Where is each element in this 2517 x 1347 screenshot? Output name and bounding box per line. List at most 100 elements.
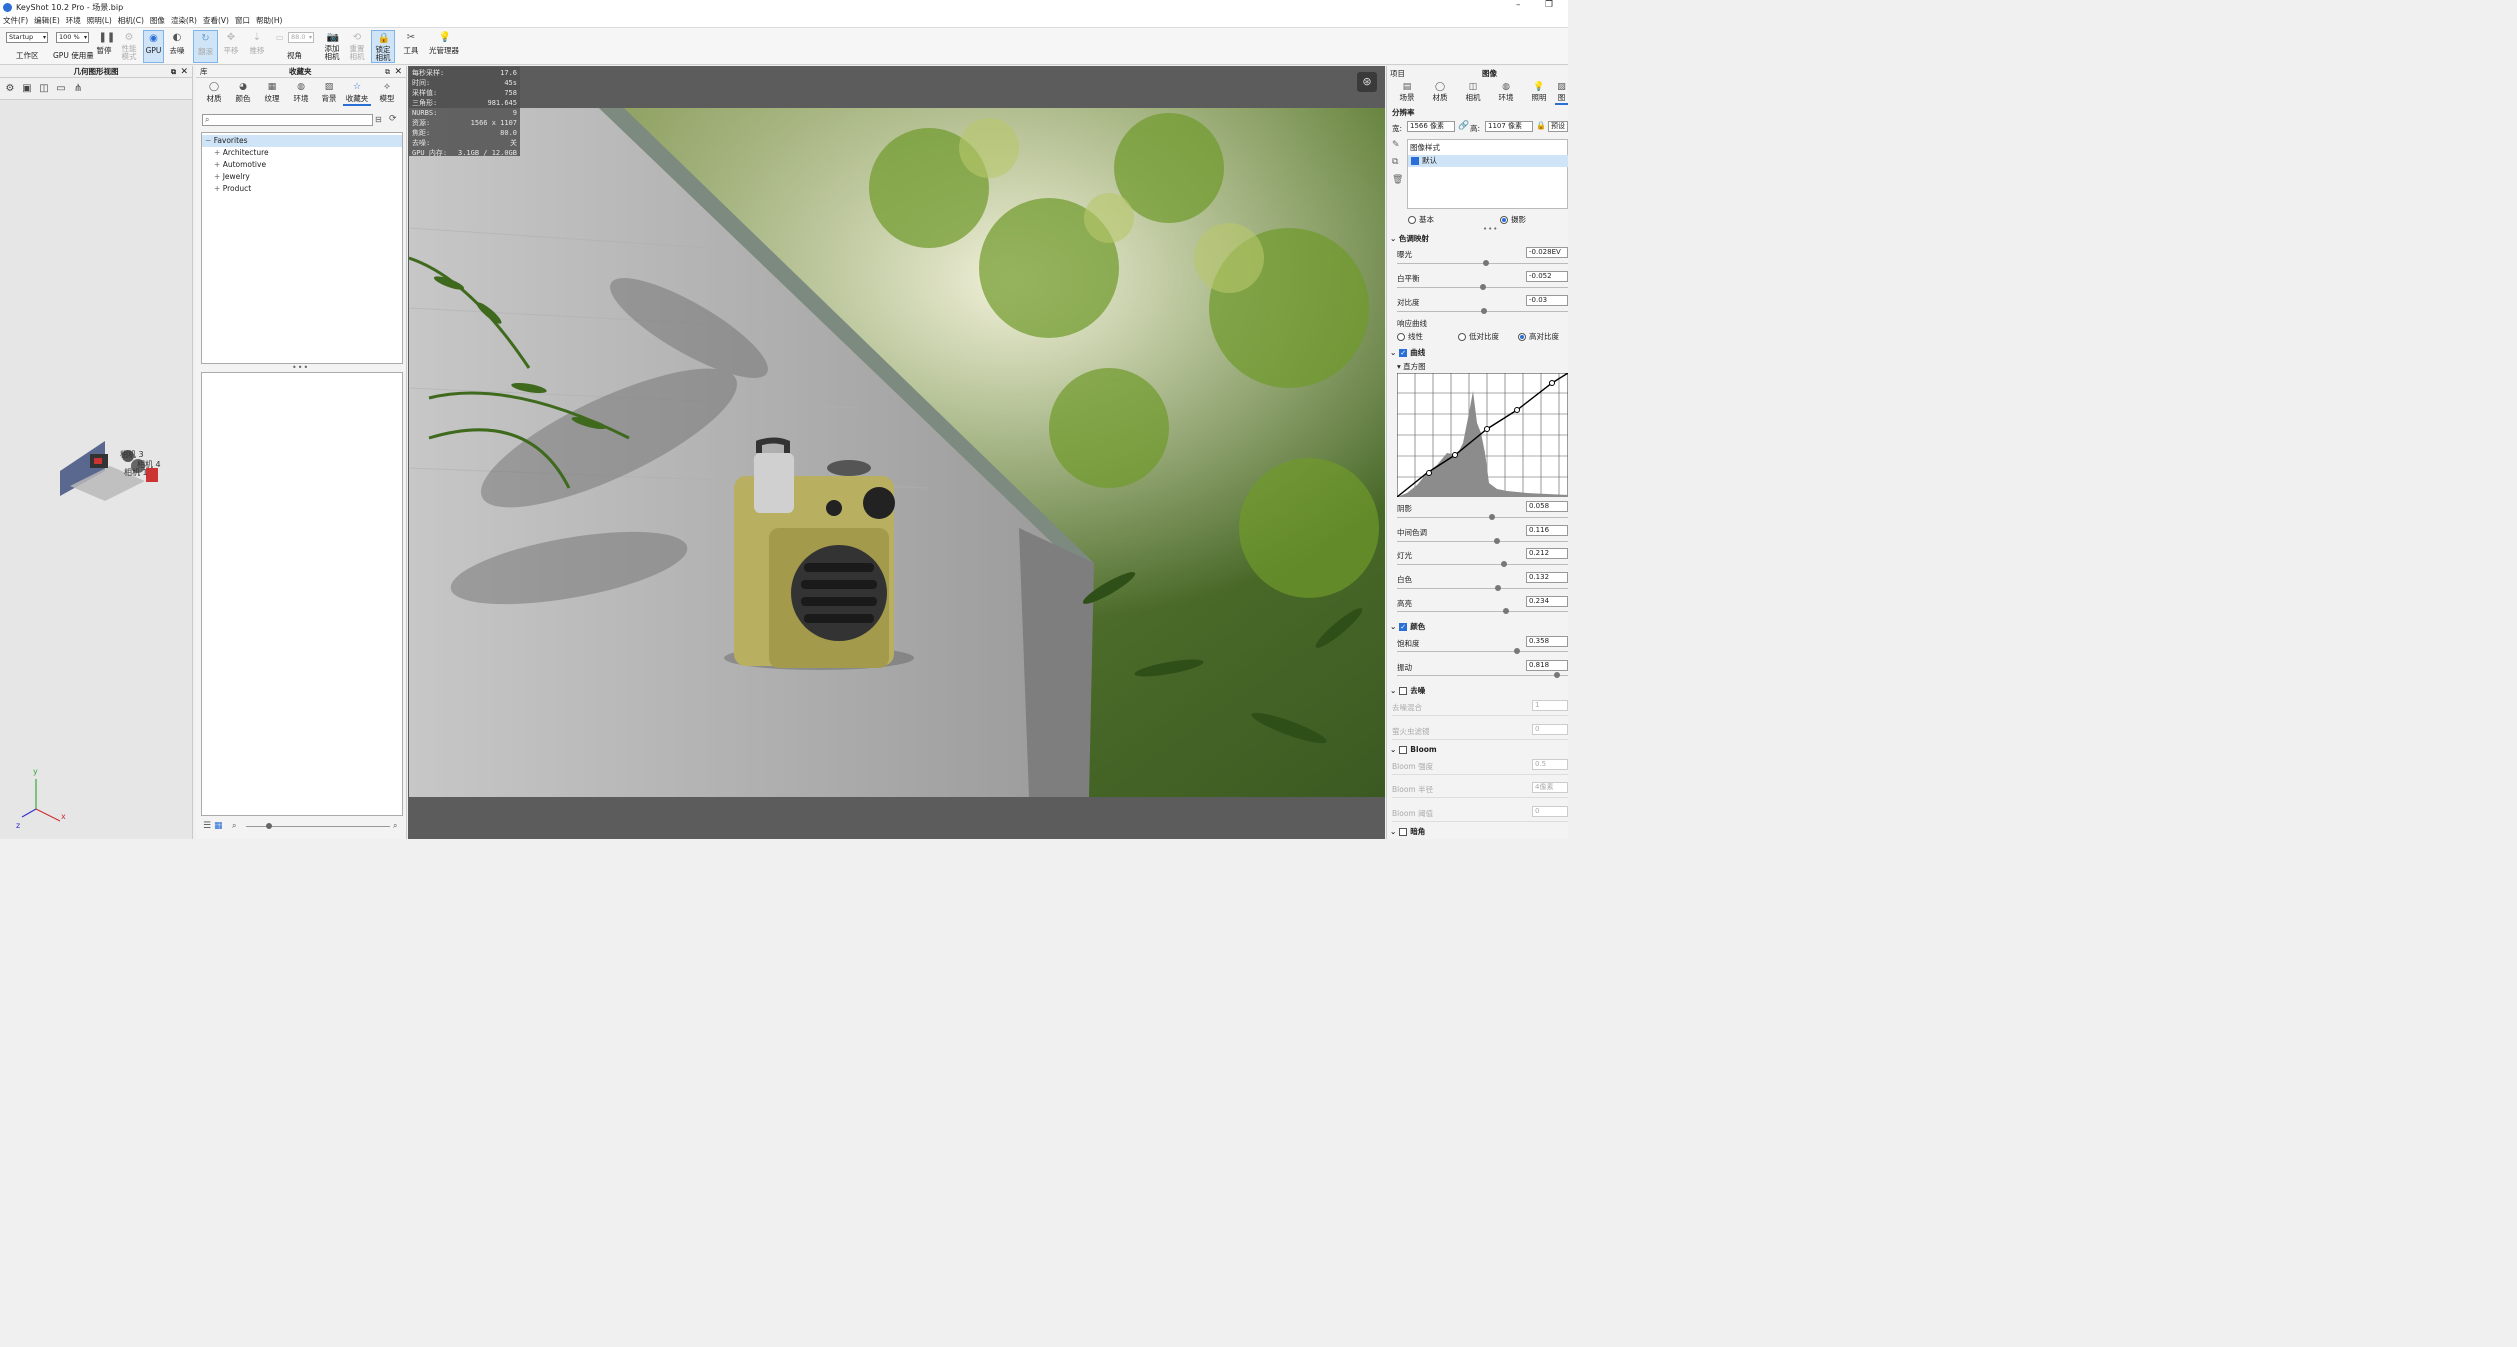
tree-item-architecture[interactable]: + Architecture	[202, 147, 402, 159]
midtones-slider[interactable]	[1397, 538, 1568, 544]
tab-backgrounds[interactable]: ▨ 背景	[316, 82, 342, 104]
menu-render[interactable]: 渲染(R)	[168, 15, 200, 26]
whites-slider[interactable]	[1397, 585, 1568, 591]
brights-slider[interactable]	[1397, 608, 1568, 614]
menu-edit[interactable]: 编辑(E)	[31, 15, 63, 26]
zoom-out-icon[interactable]: ⌕	[232, 821, 236, 831]
pause-button[interactable]: ❚❚ 暂停	[94, 32, 116, 56]
list-view-icon[interactable]: ☰	[203, 821, 211, 831]
show-cameras-icon[interactable]: ▭	[55, 83, 67, 94]
edit-style-icon[interactable]: ✎	[1392, 140, 1400, 150]
section-denoise[interactable]: ⌄ 去噪	[1390, 685, 1568, 697]
splitter-handle[interactable]: •••	[292, 363, 309, 372]
menu-window[interactable]: 窗口	[232, 15, 253, 26]
curve-low-contrast-radio[interactable]: 低对比度	[1458, 331, 1499, 342]
tools-button[interactable]: ✂ 工具	[401, 32, 421, 56]
restore-icon[interactable]: ❐	[1545, 0, 1553, 10]
bloom-threshold-slider[interactable]	[1392, 821, 1568, 822]
contrast-slider[interactable]	[1397, 308, 1568, 314]
settings-icon[interactable]: ⚙	[4, 83, 16, 94]
vibrance-input[interactable]: 0.818	[1526, 660, 1568, 671]
reset-camera-button[interactable]: ⟲ 重置 相机	[346, 32, 368, 61]
highlights-slider[interactable]	[1397, 561, 1568, 567]
light-manager-button[interactable]: 💡 光管理器	[426, 32, 462, 56]
folder-filter-icon[interactable]: ⊟	[375, 115, 382, 124]
lock-camera-button[interactable]: 🔒 锁定 相机	[371, 30, 395, 63]
close-icon[interactable]: ✕	[394, 66, 402, 78]
denoise-blend-input[interactable]: 1	[1532, 700, 1568, 711]
curves-checkbox[interactable]	[1399, 347, 1408, 359]
tab-textures[interactable]: ▦ 纹理	[259, 82, 285, 104]
whites-input[interactable]: 0.132	[1526, 572, 1568, 583]
denoise-button[interactable]: ◐ 去噪	[167, 32, 187, 56]
menu-help[interactable]: 帮助(H)	[253, 15, 286, 26]
vignette-checkbox[interactable]	[1399, 828, 1408, 836]
highlights-input[interactable]: 0.212	[1526, 548, 1568, 559]
denoise-blend-slider[interactable]	[1392, 715, 1568, 716]
mode-basic-radio[interactable]: 基本	[1408, 214, 1434, 225]
tab-favorites[interactable]: ☆ 收藏夹	[343, 82, 371, 106]
mode-photo-radio[interactable]: 摄影	[1500, 214, 1526, 225]
saturation-input[interactable]: 0.358	[1526, 636, 1568, 647]
tab-materials[interactable]: ◯ 材质	[201, 82, 227, 104]
section-tone-mapping[interactable]: ⌄ 色调映射	[1390, 233, 1568, 245]
vibrance-slider[interactable]	[1397, 672, 1568, 678]
bloom-threshold-input[interactable]: 0	[1532, 806, 1568, 817]
tree-item-favorites[interactable]: − Favorites	[202, 135, 402, 147]
saturation-slider[interactable]	[1397, 648, 1568, 654]
menu-image[interactable]: 图像	[147, 15, 168, 26]
viewport-camera-icon[interactable]: ⊛	[1357, 72, 1377, 92]
tab-models[interactable]: ⟡ 模型	[374, 82, 400, 104]
shadows-slider[interactable]	[1397, 514, 1568, 520]
float-panel-icon[interactable]: ⧉	[171, 66, 176, 78]
library-search-input[interactable]: ⌕	[202, 114, 373, 126]
field-of-view-input[interactable]: 88.0	[288, 32, 314, 43]
color-checkbox[interactable]	[1399, 621, 1408, 633]
width-input[interactable]: 1566 像素	[1407, 121, 1455, 132]
menu-lighting[interactable]: 照明(L)	[84, 15, 115, 26]
section-curves[interactable]: ⌄曲线	[1390, 347, 1568, 359]
close-icon[interactable]: ✕	[180, 66, 188, 78]
refresh-icon[interactable]: ⟳	[389, 114, 397, 124]
zoom-select[interactable]: 100 %	[56, 32, 89, 43]
bloom-intensity-input[interactable]: 0.5	[1532, 759, 1568, 770]
camera-view-icon[interactable]: ◫	[38, 83, 50, 94]
white-balance-slider[interactable]	[1397, 284, 1568, 290]
exposure-slider[interactable]	[1397, 260, 1568, 266]
section-color[interactable]: ⌄颜色	[1390, 621, 1568, 633]
splitter-handle[interactable]: •••	[1483, 225, 1498, 233]
lock-icon[interactable]: 🔒	[1536, 121, 1546, 130]
tab-environment[interactable]: ◍ 环境	[1492, 82, 1520, 103]
style-item-default[interactable]: 默认	[1408, 155, 1568, 167]
tab-image[interactable]: ▨ 图	[1555, 82, 1568, 105]
tab-camera[interactable]: ◫ 相机	[1459, 82, 1487, 103]
duplicate-style-icon[interactable]: ⧉	[1392, 157, 1398, 167]
grid-view-icon[interactable]: ▦	[214, 821, 223, 831]
curve-high-contrast-radio[interactable]: 高对比度	[1518, 331, 1559, 342]
firefly-filter-slider[interactable]	[1392, 739, 1568, 740]
scene-tree-icon[interactable]: ⋔	[72, 83, 84, 94]
delete-style-icon[interactable]: 🗑	[1392, 175, 1403, 185]
bloom-intensity-slider[interactable]	[1392, 774, 1568, 775]
tab-environments[interactable]: ◍ 环境	[288, 82, 314, 104]
tab-lighting[interactable]: 💡 照明	[1525, 82, 1553, 103]
tumble-button[interactable]: ↻ 翻滚	[193, 30, 218, 63]
float-panel-icon[interactable]: ⧉	[385, 66, 390, 78]
gpu-button[interactable]: ◉ GPU	[143, 30, 164, 63]
section-vignette[interactable]: ⌄ 暗角	[1390, 826, 1568, 838]
link-icon[interactable]: 🔗	[1458, 121, 1469, 131]
view-cube-icon[interactable]: ▣	[21, 83, 33, 94]
dolly-button[interactable]: ⇣ 推移	[247, 32, 267, 56]
tab-colors[interactable]: ◕ 颜色	[230, 82, 256, 104]
bloom-checkbox[interactable]	[1399, 746, 1408, 754]
exposure-input[interactable]: -0.028EV	[1526, 247, 1568, 258]
menu-camera[interactable]: 相机(C)	[115, 15, 147, 26]
zoom-in-icon[interactable]: ⌕	[393, 821, 397, 831]
workspace-select[interactable]: Startup	[6, 32, 48, 43]
preset-button[interactable]: 预设	[1548, 121, 1568, 132]
tree-item-product[interactable]: + Product	[202, 183, 402, 195]
pan-button[interactable]: ✥ 平移	[221, 32, 241, 56]
render-image[interactable]	[409, 108, 1385, 797]
minimize-icon[interactable]: –	[1516, 0, 1521, 10]
curve-histogram-editor[interactable]	[1397, 373, 1568, 497]
